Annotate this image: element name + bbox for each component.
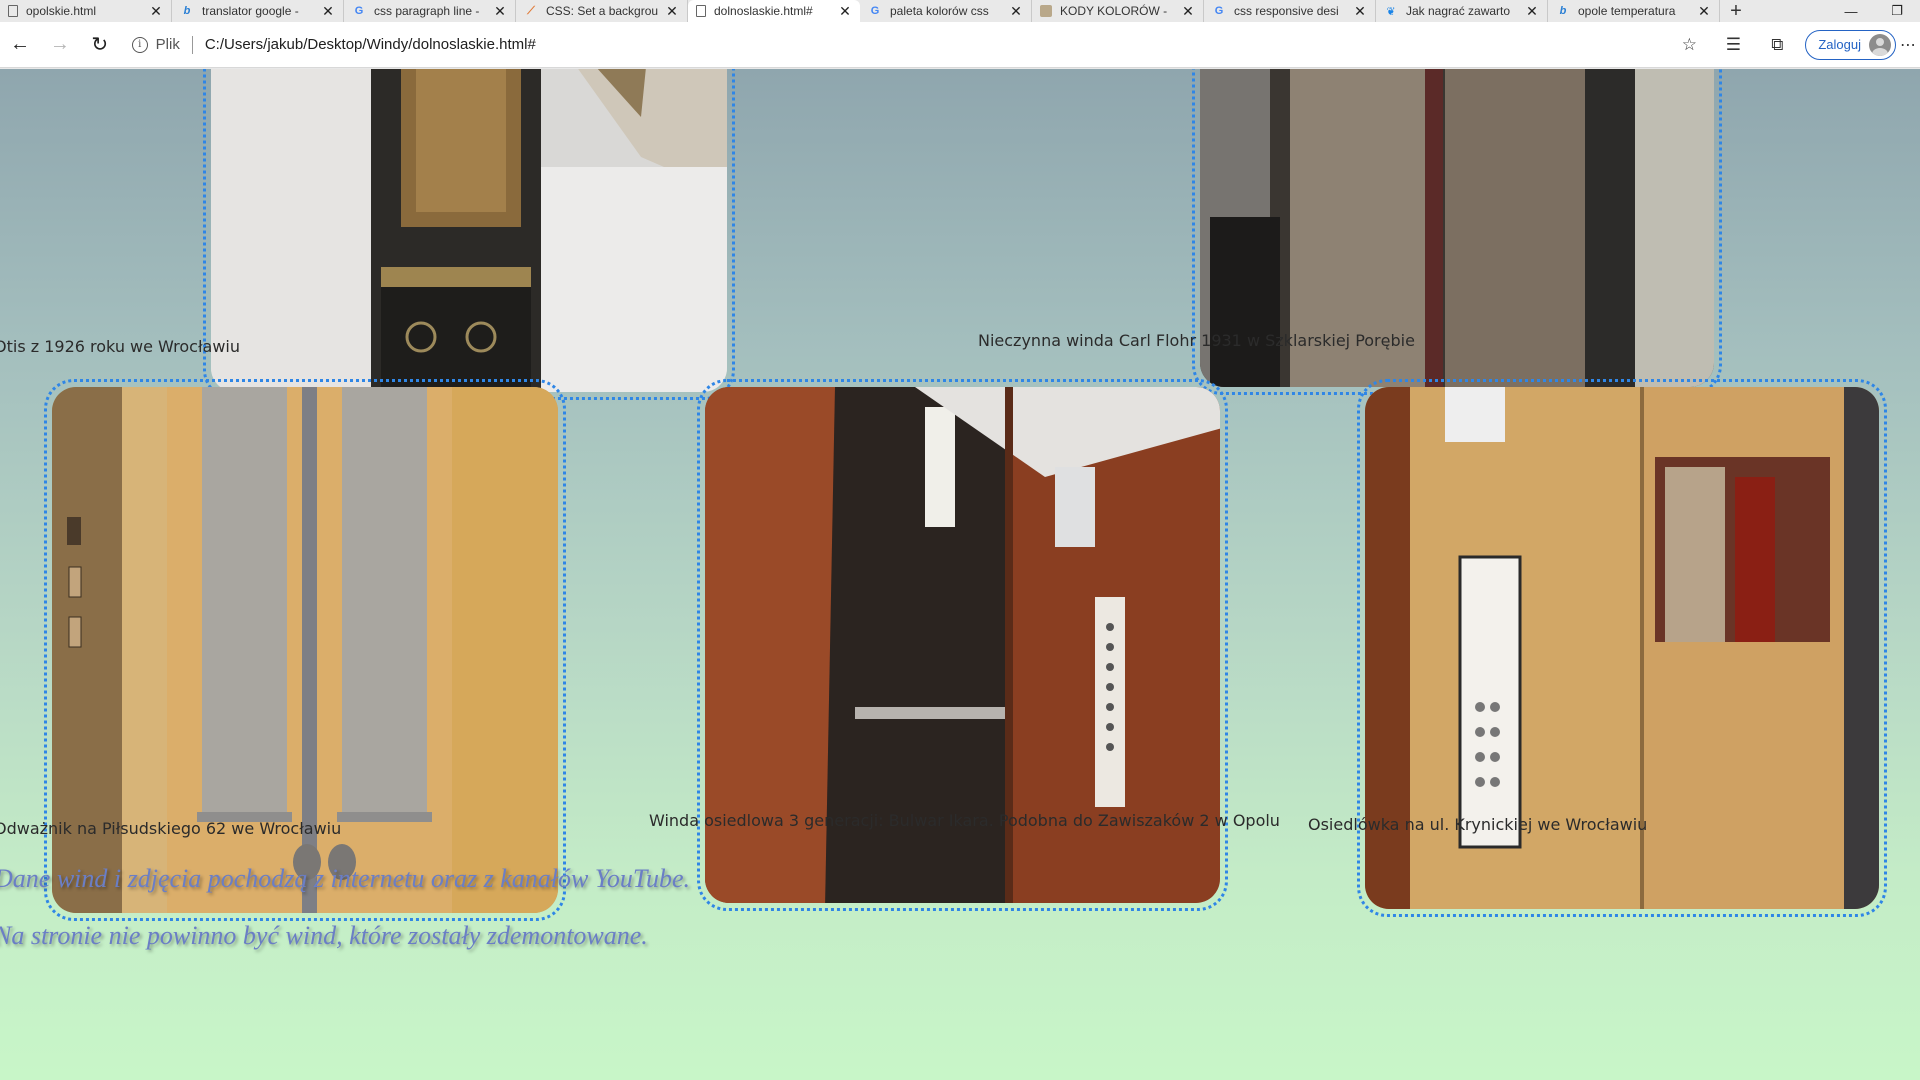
- new-tab-button[interactable]: +: [1720, 0, 1752, 22]
- favorite-add-icon[interactable]: ☆: [1667, 35, 1711, 55]
- photo-caption: Otis z 1926 roku we Wrocławiu: [0, 337, 240, 356]
- tab-jak-nagrac[interactable]: ❦ Jak nagrać zawarto ✕: [1376, 0, 1548, 22]
- url-text[interactable]: C:/Users/jakub/Desktop/Windy/dolnoslaski…: [205, 36, 536, 53]
- tab-css-paragraph[interactable]: G css paragraph line - ✕: [344, 0, 516, 22]
- elevator-photo: [697, 379, 1228, 911]
- tab-title: dolnoslaskie.html#: [714, 4, 813, 18]
- close-icon[interactable]: ✕: [149, 3, 163, 20]
- tab-dolnoslaskie[interactable]: dolnoslaskie.html# ✕: [688, 0, 860, 22]
- kody-icon: [1040, 5, 1052, 17]
- close-icon[interactable]: ✕: [665, 3, 679, 20]
- document-icon: [696, 5, 706, 17]
- tab-title: opolskie.html: [26, 4, 97, 18]
- tab-translator[interactable]: b translator google - ✕: [172, 0, 344, 22]
- minimize-icon[interactable]: —: [1828, 4, 1874, 19]
- window-controls: — ❐: [1828, 0, 1920, 22]
- tab-css-background[interactable]: ⟋ CSS: Set a backgrou ✕: [516, 0, 688, 22]
- info-icon[interactable]: i: [131, 36, 148, 53]
- tab-title: opole temperatura: [1578, 4, 1676, 18]
- close-icon[interactable]: ✕: [1525, 3, 1539, 20]
- back-icon[interactable]: ←: [0, 27, 40, 63]
- source-note: Dane wind i zdjęcia pochodzą z internetu…: [0, 864, 690, 893]
- elevator-otis-image: [211, 69, 727, 392]
- tab-title: translator google -: [202, 4, 299, 18]
- page-content: Otis z 1926 roku we Wrocławiu Nieczynna …: [0, 69, 1920, 1080]
- dismantled-note: Na stronie nie powinno być wind, które z…: [0, 921, 648, 950]
- address-bar[interactable]: i Plik C:/Users/jakub/Desktop/Windy/doln…: [131, 29, 1668, 61]
- document-icon: [8, 5, 18, 17]
- elevator-photo: [1357, 379, 1887, 917]
- tab-paleta[interactable]: G paleta kolorów css ✕: [860, 0, 1032, 22]
- google-icon: G: [354, 5, 364, 17]
- scheme-label: Plik: [155, 36, 180, 53]
- restore-icon[interactable]: ❐: [1874, 3, 1920, 19]
- css-site-icon: ⟋: [527, 4, 535, 17]
- collections-icon[interactable]: ⧉: [1755, 35, 1799, 55]
- tab-title: CSS: Set a backgrou: [546, 4, 659, 18]
- tab-kody[interactable]: KODY KOLORÓW - ✕: [1032, 0, 1204, 22]
- tab-opole-temperatura[interactable]: b opole temperatura ✕: [1548, 0, 1720, 22]
- photo-caption: Winda osiedlowa 3 generacji: Bulwar Ikar…: [649, 811, 1280, 830]
- close-icon[interactable]: ✕: [1697, 3, 1711, 20]
- photo-image: [211, 69, 727, 392]
- elevator-photo: [203, 69, 735, 400]
- tab-opolskie[interactable]: opolskie.html ✕: [0, 0, 172, 22]
- google-icon: G: [1214, 5, 1224, 17]
- photo-caption: Osiedlówka na ul. Krynickiej we Wrocławi…: [1308, 815, 1648, 834]
- login-button[interactable]: Zaloguj: [1805, 29, 1896, 60]
- photo-caption: Odważnik na Piłsudskiego 62 we Wrocławiu: [0, 819, 342, 838]
- tab-strip: opolskie.html ✕ b translator google - ✕ …: [0, 0, 1920, 22]
- tab-title: css paragraph line -: [374, 4, 480, 18]
- close-icon[interactable]: ✕: [1181, 3, 1195, 20]
- divider: [191, 35, 193, 54]
- close-icon[interactable]: ✕: [321, 3, 335, 20]
- close-icon[interactable]: ✕: [493, 3, 507, 20]
- toolbar-actions: ☆ ☰ ⧉ Zaloguj ⋯: [1667, 29, 1920, 60]
- tab-title: paleta kolorów css: [890, 4, 989, 18]
- close-icon[interactable]: ✕: [1009, 3, 1023, 20]
- google-icon: G: [870, 5, 880, 17]
- login-label: Zaloguj: [1818, 37, 1861, 52]
- tab-title: KODY KOLORÓW -: [1060, 4, 1168, 18]
- close-icon[interactable]: ✕: [838, 3, 852, 20]
- bluesky-icon: ❦: [1386, 5, 1396, 18]
- tab-title: css responsive desi: [1234, 4, 1339, 18]
- bing-icon: b: [183, 5, 191, 17]
- tab-css-responsive[interactable]: G css responsive desi ✕: [1204, 0, 1376, 22]
- favorites-icon[interactable]: ☰: [1711, 35, 1755, 55]
- browser-toolbar: ← → ↻ i Plik C:/Users/jakub/Desktop/Wind…: [0, 22, 1920, 68]
- tab-title: Jak nagrać zawarto: [1406, 4, 1511, 18]
- close-icon[interactable]: ✕: [1353, 3, 1367, 20]
- more-options-icon[interactable]: ⋯: [1896, 35, 1920, 55]
- bing-icon: b: [1559, 5, 1567, 17]
- avatar: [1869, 33, 1891, 56]
- elevator-photo: [44, 379, 566, 921]
- reload-icon[interactable]: ↻: [80, 27, 120, 63]
- photo-caption: Nieczynna winda Carl Flohr 1931 w Szklar…: [978, 331, 1415, 350]
- forward-icon[interactable]: →: [40, 27, 80, 63]
